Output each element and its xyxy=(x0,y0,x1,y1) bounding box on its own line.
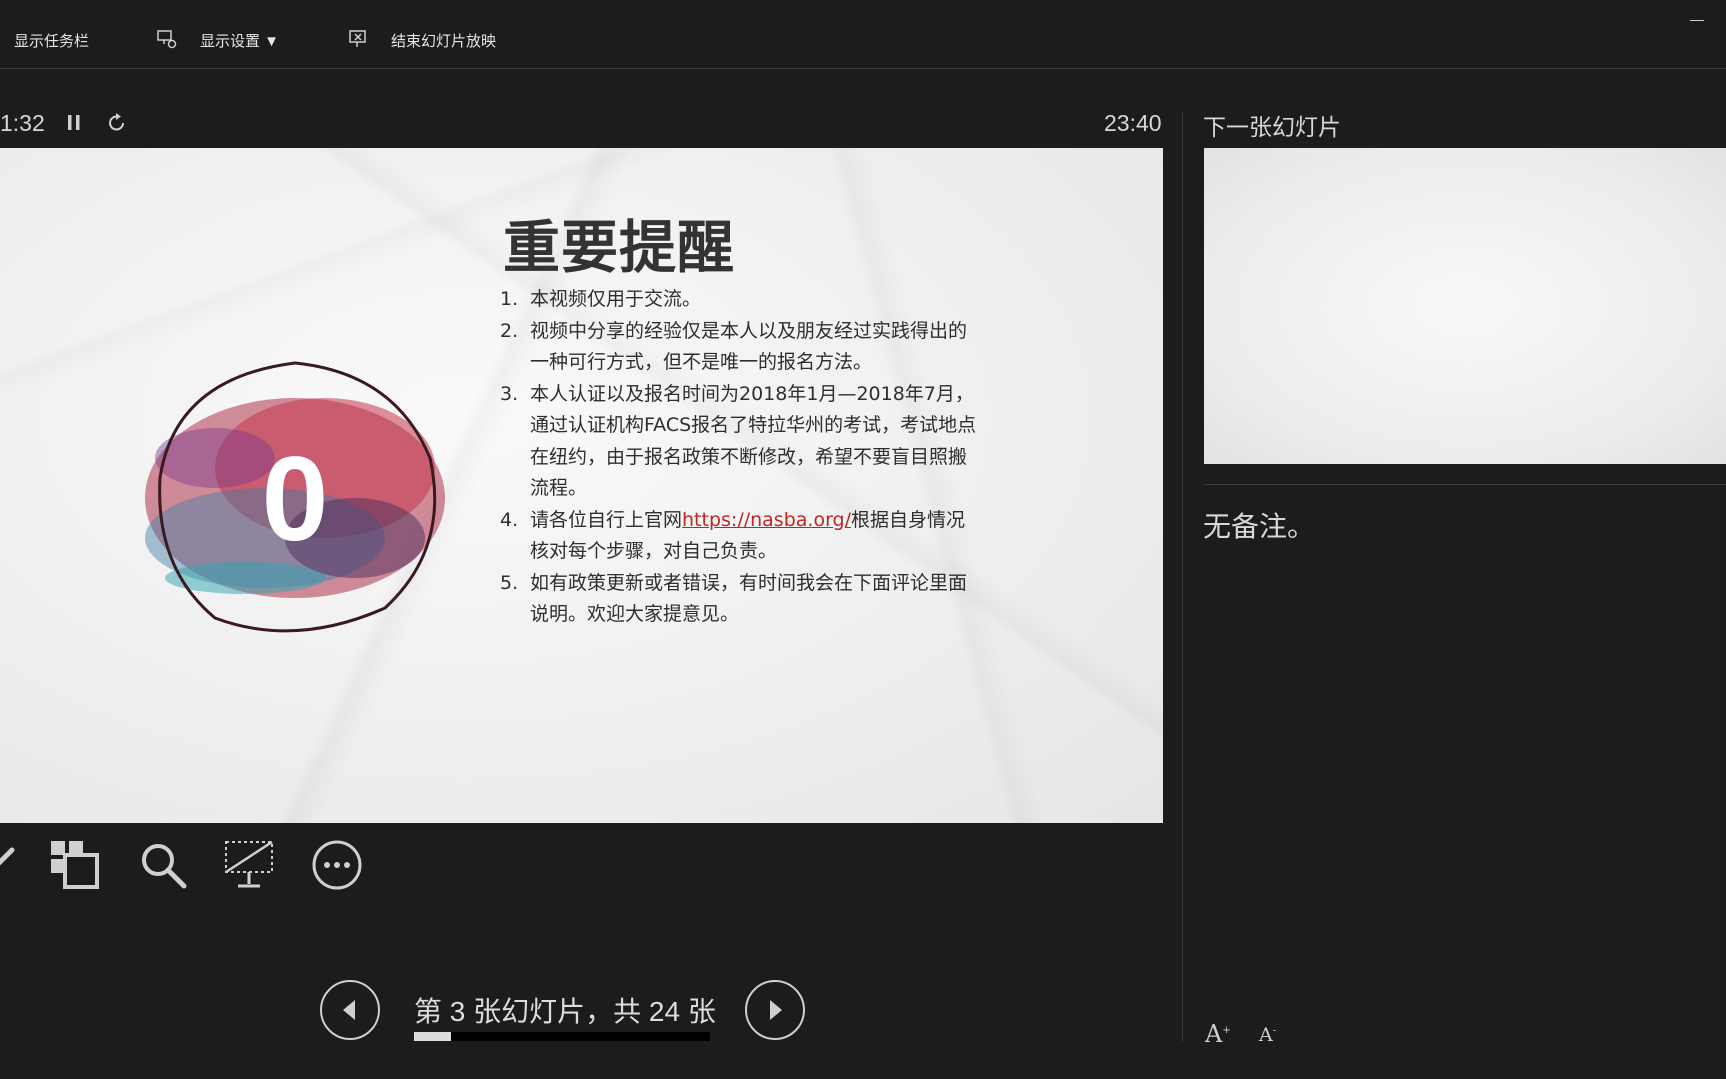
list-item: 1. 本视频仅用于交流。 xyxy=(500,288,702,310)
end-slideshow-button[interactable]: 结束幻灯片放映 xyxy=(391,30,496,51)
paint-emblem-graphic: 0 xyxy=(145,361,445,633)
slide-counter: 第 3 张幻灯片，共 24 张 xyxy=(414,996,716,1027)
display-settings-icon xyxy=(157,30,177,49)
current-slide[interactable]: 0 重要提醒 1. 本视频仅用于交流。 2. 视频中分享的经验仅是本人以及朋友经过实… xyxy=(0,148,1163,823)
minimize-button[interactable] xyxy=(1690,20,1704,21)
next-slide-label: 下一张幻灯片 xyxy=(1203,114,1341,140)
more-options-icon[interactable] xyxy=(310,838,364,892)
elapsed-timer: 1:32 xyxy=(0,110,45,136)
previous-slide-button[interactable] xyxy=(320,980,380,1040)
emblem-number: 0 xyxy=(262,432,329,566)
nasba-link[interactable]: https://nasba.org/ xyxy=(682,509,851,531)
slide-progress-track xyxy=(414,1032,710,1041)
end-slideshow-icon xyxy=(349,30,366,47)
speaker-notes: 无备注。 xyxy=(1203,511,1316,542)
pen-icon[interactable] xyxy=(0,838,24,892)
display-settings-button[interactable]: 显示设置 ▼ xyxy=(200,30,279,51)
zoom-icon[interactable] xyxy=(136,838,190,892)
pane-divider[interactable] xyxy=(1182,112,1183,1042)
restart-timer-icon[interactable] xyxy=(106,112,128,134)
pause-icon[interactable] xyxy=(63,112,85,134)
list-item: 3. 本人认证以及报名时间为2018年1月—2018年7月，通过认证机构FACS报… xyxy=(500,382,977,500)
next-slide-preview[interactable] xyxy=(1204,148,1726,464)
next-slide-button[interactable] xyxy=(745,980,805,1040)
decrease-font-size-icon[interactable]: A- xyxy=(1259,1024,1276,1046)
list-item: 2. 视频中分享的经验仅是本人以及朋友经过实践得出的一种可行方式，但不是唯一的报名… xyxy=(500,319,968,374)
see-all-slides-icon[interactable] xyxy=(48,838,102,892)
clock: 23:40 xyxy=(1104,110,1162,136)
slide-progress-fill xyxy=(414,1032,451,1041)
chevron-left-icon xyxy=(343,1000,355,1020)
black-screen-icon[interactable] xyxy=(222,838,276,892)
slide-bullet-list: 1. 本视频仅用于交流。 2. 视频中分享的经验仅是本人以及朋友经过实践得出的一种可… xyxy=(500,284,980,631)
show-taskbar-button[interactable]: 显示任务栏 xyxy=(14,30,89,51)
list-item: 4. 请各位自行上官网https://nasba.org/根据自身情况核对每个步骤… xyxy=(500,508,966,563)
list-item: 5. 如有政策更新或者错误，有时间我会在下面评论里面说明。欢迎大家提意见。 xyxy=(500,571,968,626)
chevron-right-icon xyxy=(770,1000,782,1020)
notes-divider xyxy=(1204,484,1726,485)
slide-title: 重要提醒 xyxy=(503,215,735,281)
increase-font-size-icon[interactable]: A+ xyxy=(1205,1020,1231,1048)
